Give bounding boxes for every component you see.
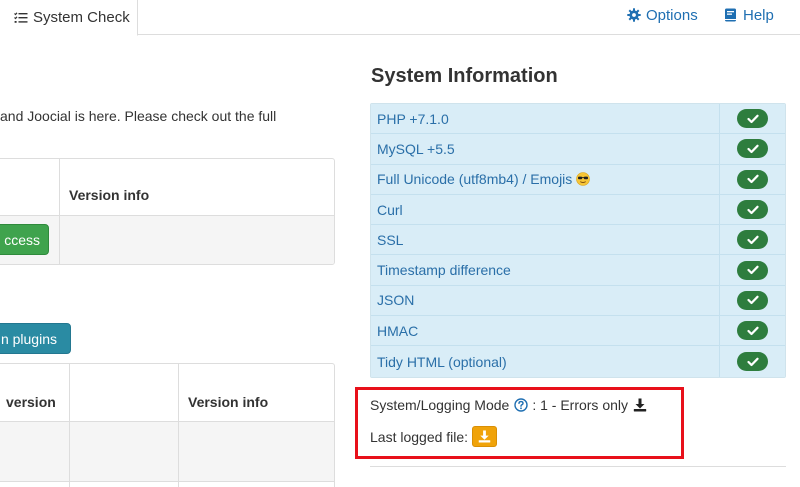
check-row-mysql: MySQL +5.5 — [371, 134, 785, 165]
check-ok-badge — [737, 290, 768, 310]
check-label: Full Unicode (utf8mb4) / Emojis — [371, 164, 720, 194]
check-icon — [746, 114, 759, 123]
book-icon — [724, 8, 738, 22]
top-tab-bar: System Check Options Help — [0, 0, 800, 36]
version-info-header: Version info — [188, 394, 269, 410]
download-icon — [478, 430, 491, 443]
check-label: Tidy HTML (optional) — [371, 346, 720, 377]
check-icon — [746, 144, 759, 154]
help-link[interactable]: Help — [724, 6, 774, 24]
check-row-php: PHP +7.1.0 — [371, 104, 785, 135]
check-status — [720, 225, 785, 254]
version-info-header: Version info — [69, 187, 150, 203]
column-divider — [59, 159, 60, 264]
check-status — [720, 255, 785, 284]
last-logged-file-label: Last logged file: — [370, 428, 469, 445]
check-label: SSL — [371, 225, 720, 255]
check-icon — [746, 357, 759, 366]
list-check-icon — [14, 11, 28, 24]
column-divider — [69, 364, 70, 487]
check-icon — [746, 296, 759, 305]
check-label: MySQL +5.5 — [371, 134, 720, 164]
version-header: version — [6, 394, 56, 410]
check-label-text: JSON — [377, 292, 415, 309]
check-label-text: HMAC — [377, 322, 419, 339]
check-label: JSON — [371, 285, 720, 316]
gear-icon — [627, 8, 641, 22]
options-link-label: Options — [646, 6, 698, 24]
check-row-hmac: HMAC — [371, 316, 785, 347]
question-circle-icon[interactable] — [514, 398, 529, 412]
version-table-1: Version info — [0, 158, 335, 265]
tab-system-check[interactable]: System Check — [0, 0, 138, 36]
check-status — [720, 286, 785, 315]
check-row-ssl: SSL — [371, 225, 785, 256]
check-ok-badge — [737, 169, 768, 189]
check-label-text: Curl — [377, 201, 403, 218]
table-header: version Version info — [0, 364, 334, 422]
check-icon — [746, 265, 759, 275]
check-row-curl: Curl — [371, 194, 785, 226]
check-ok-badge — [737, 200, 768, 220]
download-log-button[interactable] — [472, 426, 498, 447]
table-row — [0, 216, 334, 264]
download-icon[interactable] — [633, 398, 647, 412]
check-row-tidy: Tidy HTML (optional) — [371, 346, 785, 377]
check-label-text: PHP +7.1.0 — [377, 110, 449, 127]
check-icon — [746, 235, 759, 244]
check-label-text: SSL — [377, 231, 404, 248]
check-icon — [746, 205, 759, 214]
logging-mode-label: System/Logging Mode — [370, 397, 510, 413]
options-link[interactable]: Options — [627, 6, 698, 24]
check-ok-badge — [737, 109, 768, 129]
last-logged-file-line: Last logged file: — [370, 426, 498, 447]
check-status — [720, 316, 785, 345]
access-button[interactable]: ccess — [0, 224, 49, 255]
system-information-title: System Information — [371, 65, 558, 87]
check-row-timestamp: Timestamp difference — [371, 255, 785, 286]
check-label: PHP +7.1.0 — [371, 104, 720, 134]
column-divider — [178, 364, 179, 487]
check-ok-badge — [737, 321, 768, 341]
tab-system-check-label: System Check — [33, 9, 130, 26]
version-table-2: version Version info — [0, 363, 335, 487]
check-ok-badge — [737, 352, 768, 372]
table-row — [0, 422, 334, 482]
check-status — [720, 104, 785, 133]
check-label-text: Tidy HTML (optional) — [377, 353, 507, 370]
logging-mode-line: System/Logging Mode : 1 - Errors only — [370, 397, 647, 413]
sunglasses-emoji-icon — [576, 172, 591, 187]
check-status — [720, 134, 785, 163]
check-label-text: MySQL +5.5 — [377, 140, 455, 157]
table-header: Version info — [0, 159, 334, 216]
check-ok-badge — [737, 139, 768, 159]
check-icon — [746, 326, 759, 335]
plugins-button[interactable]: n plugins — [0, 323, 71, 354]
check-row-json: JSON — [371, 285, 785, 317]
check-label-text: Timestamp difference — [377, 262, 511, 279]
check-label: HMAC — [371, 316, 720, 346]
logging-mode-value: : 1 - Errors only — [532, 397, 629, 413]
check-label: Timestamp difference — [371, 255, 720, 285]
check-status — [720, 165, 785, 194]
check-label-text: Full Unicode (utf8mb4) / Emojis — [377, 171, 573, 188]
divider — [370, 466, 786, 467]
check-ok-badge — [737, 230, 768, 250]
check-icon — [746, 174, 759, 184]
intro-text: and Joocial is here. Please check out th… — [0, 108, 277, 124]
check-status — [720, 346, 785, 376]
help-link-label: Help — [743, 6, 774, 24]
check-status — [720, 195, 785, 224]
check-label: Curl — [371, 194, 720, 225]
check-row-unicode: Full Unicode (utf8mb4) / Emojis — [371, 164, 785, 195]
system-information-table: PHP +7.1.0 MySQL +5.5 Full Unicode (utf8… — [370, 103, 786, 378]
check-ok-badge — [737, 260, 768, 280]
